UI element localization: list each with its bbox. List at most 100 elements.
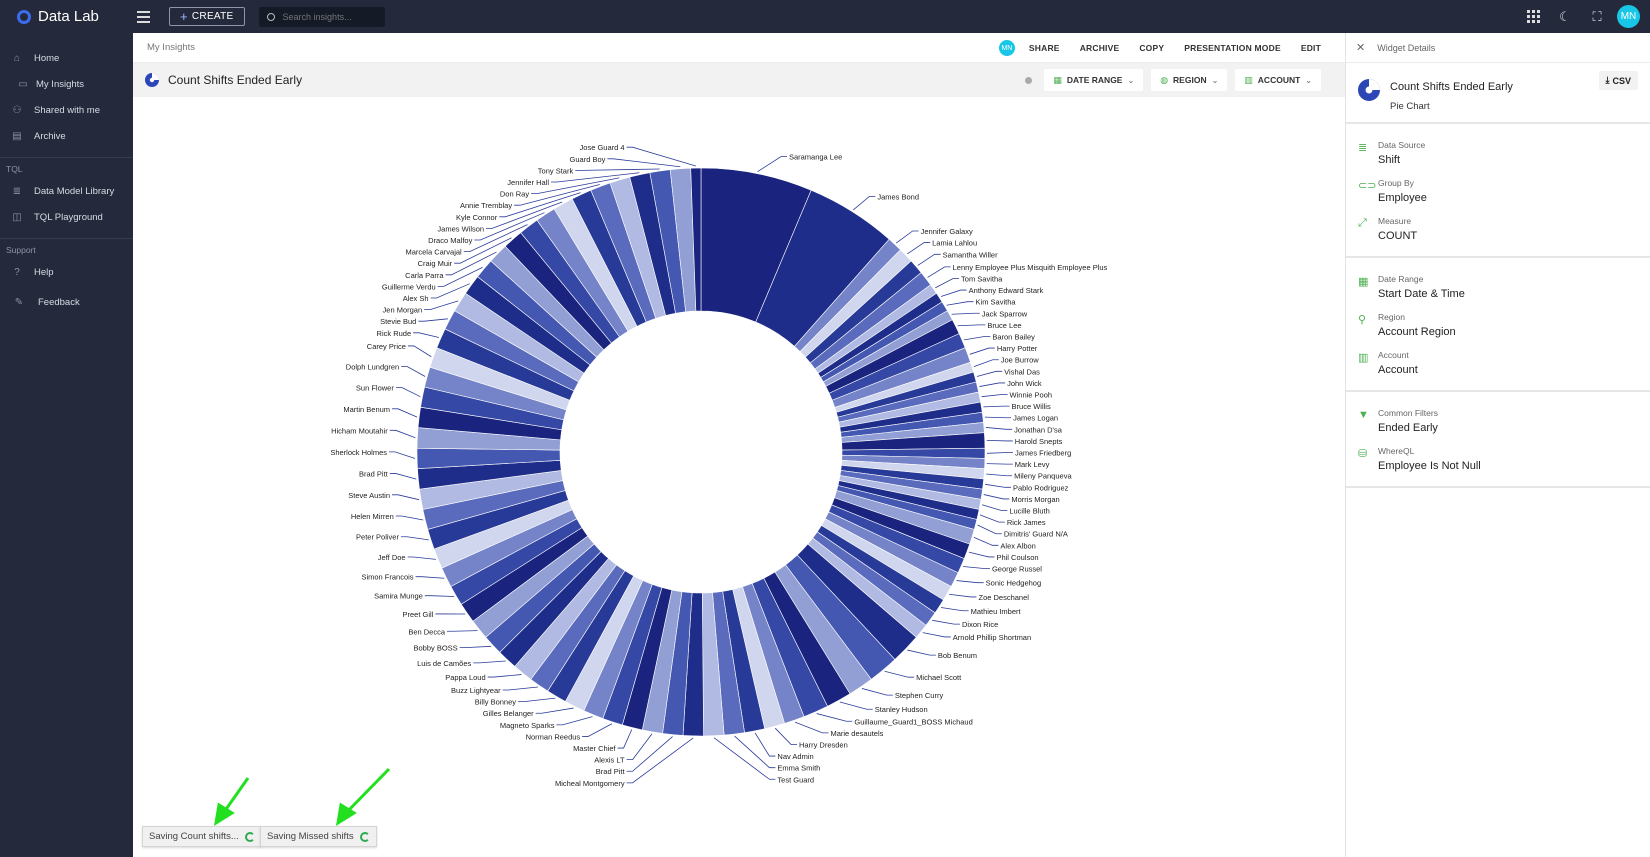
leader-line: [946, 301, 974, 306]
filter-icon: ▼: [1358, 409, 1369, 421]
sidebar-item-home[interactable]: ⌂ Home: [0, 45, 133, 71]
slice-label: Draco Malfoy: [428, 236, 472, 245]
panel-widget-title: Count Shifts Ended Early: [1390, 81, 1513, 93]
slice-label: Phil Coulson: [996, 553, 1038, 562]
apps-grid-icon[interactable]: [1517, 0, 1549, 33]
slice-label: Samira Munge: [374, 592, 423, 601]
help-icon: ?: [14, 266, 20, 278]
leader-line: [981, 394, 1008, 398]
leader-line: [956, 580, 984, 584]
slice-label: Guard Boy: [570, 155, 606, 164]
leader-line: [473, 660, 506, 664]
presentation-mode-button[interactable]: PRESENTATION MODE: [1174, 43, 1291, 53]
leader-line: [626, 146, 696, 167]
slice-label: James Wilson: [437, 224, 484, 233]
fullscreen-icon[interactable]: ⛶: [1581, 0, 1613, 33]
top-right-controls: ☾ ⛶ MN: [1517, 0, 1650, 33]
slice-label: Gilles Belanger: [483, 709, 534, 718]
widget-header: Count Shifts Ended Early ▦ DATE RANGE ⌄ …: [133, 63, 1345, 97]
leader-line: [734, 735, 776, 769]
dark-mode-icon[interactable]: ☾: [1549, 0, 1581, 33]
search-input[interactable]: [282, 11, 378, 22]
feedback-icon: ✎: [14, 296, 24, 308]
csv-download-button[interactable]: ⤓ CSV: [1598, 71, 1638, 90]
slice-label: Emma Smith: [777, 764, 820, 773]
leader-line: [977, 524, 1002, 535]
leader-line: [884, 670, 915, 678]
leader-line: [969, 347, 995, 355]
share-button[interactable]: SHARE: [1019, 43, 1070, 53]
user-avatar[interactable]: MN: [1617, 5, 1640, 28]
leader-line: [389, 451, 416, 459]
leader-line: [395, 515, 424, 521]
sidebar-item-my-insights[interactable]: ▭ My Insights: [0, 71, 133, 97]
slice-label: Kim Savitha: [976, 298, 1017, 307]
leader-line: [518, 697, 556, 703]
leader-line: [983, 494, 1010, 500]
slice-label: John Wick: [1007, 379, 1042, 388]
sidebar-item-archive[interactable]: ▤ Archive: [0, 123, 133, 149]
sidebar-item-label: Home: [34, 52, 60, 64]
panel-chart-type: Pie Chart: [1390, 101, 1430, 112]
edit-button[interactable]: EDIT: [1291, 43, 1331, 53]
filter-label: ACCOUNT: [1257, 75, 1301, 85]
sidebar-item-data-model-library[interactable]: ≣ Data Model Library: [0, 178, 133, 204]
sidebar-item-shared[interactable]: ⚇ Shared with me: [0, 97, 133, 123]
chevron-down-icon: ⌄: [1211, 75, 1219, 85]
leader-line: [794, 721, 829, 734]
slice-label: Martin Benum: [343, 405, 390, 414]
leader-line: [389, 429, 416, 439]
chart-area: Saramanga Lee James Bond Jennifer Galaxy La…: [133, 97, 1345, 857]
donut-chart: Saramanga Lee James Bond Jennifer Galaxy La…: [330, 143, 1107, 788]
slice-label: Dimitris' Guard N/A: [1004, 530, 1068, 539]
sidebar-item-help[interactable]: ? Help: [0, 259, 133, 285]
panel-row-common-filters: ▼ Common Filters Ended Early: [1346, 402, 1650, 440]
slice-label: Arnold Phillip Shortman: [953, 633, 1031, 642]
row-value: Start Date & Time: [1378, 288, 1465, 300]
slice-label: Norman Reedus: [526, 732, 581, 741]
slice-label: Bruce Willis: [1012, 402, 1051, 411]
leader-line: [582, 723, 613, 737]
close-icon[interactable]: ✕: [1356, 41, 1365, 54]
archive-button[interactable]: ARCHIVE: [1070, 43, 1130, 53]
globe-icon: ◍: [1160, 74, 1169, 85]
leader-line: [984, 416, 1012, 419]
slice-label: Mark Levy: [1015, 460, 1050, 469]
sidebar-item-tql-playground[interactable]: ◫ TQL Playground: [0, 204, 133, 230]
row-value: Shift: [1378, 154, 1401, 166]
csv-label: CSV: [1612, 75, 1631, 86]
search-box: [258, 6, 385, 27]
leader-line: [985, 427, 1013, 430]
row-label: WhereQL: [1378, 446, 1415, 456]
date-range-filter[interactable]: ▦ DATE RANGE ⌄: [1044, 69, 1144, 91]
calendar-icon: ▦: [1358, 276, 1369, 288]
logo-icon: [17, 9, 31, 24]
leader-line: [949, 593, 977, 598]
slice-label: Nav Admin: [777, 752, 813, 761]
download-icon: ⤓: [1605, 75, 1610, 85]
leader-line: [976, 370, 1003, 377]
slice-label: Test Guard: [777, 775, 814, 784]
hamburger-menu-icon[interactable]: [137, 10, 157, 23]
row-value: Account Region: [1378, 326, 1456, 338]
copy-button[interactable]: COPY: [1129, 43, 1174, 53]
sidebar-item-label: Shared with me: [34, 104, 101, 116]
info-icon[interactable]: [1025, 76, 1033, 84]
leader-line: [983, 405, 1010, 408]
panel-row-data-source: ≣ Data Source Shift: [1346, 134, 1650, 172]
sidebar-item-feedback[interactable]: ✎ Feedback: [0, 289, 133, 315]
leader-line: [896, 230, 919, 244]
slice-label: Jennifer Galaxy: [921, 227, 973, 236]
breadcrumb[interactable]: My Insights: [133, 42, 195, 53]
slice-label: James Logan: [1013, 414, 1058, 423]
account-filter[interactable]: ▥ ACCOUNT ⌄: [1235, 69, 1321, 91]
app-name: Data Lab: [38, 8, 99, 25]
region-filter[interactable]: ◍ REGION ⌄: [1151, 69, 1228, 91]
slice-label: Bob Benum: [938, 651, 977, 660]
create-button[interactable]: + CREATE: [169, 7, 245, 26]
slice-label: Rick James: [1007, 518, 1046, 527]
top-bar: Data Lab + CREATE ☾ ⛶ MN: [0, 0, 1650, 33]
insight-actions: MN SHARE ARCHIVE COPY PRESENTATION MODE …: [998, 33, 1331, 63]
search-icon: [266, 12, 275, 21]
app-logo[interactable]: Data Lab: [0, 0, 133, 33]
